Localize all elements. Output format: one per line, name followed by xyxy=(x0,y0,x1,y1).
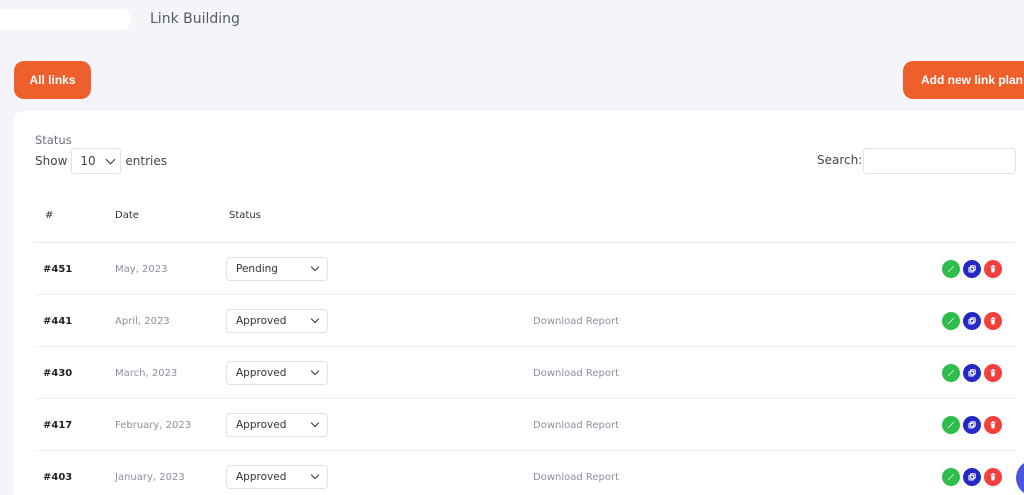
trash-icon[interactable] xyxy=(984,468,1002,486)
trash-icon[interactable] xyxy=(984,312,1002,330)
copy-icon[interactable] xyxy=(963,416,981,434)
entries-select[interactable]: 10 xyxy=(71,148,122,174)
pencil-icon[interactable] xyxy=(942,468,960,486)
entries-length-control: Show 10 entries xyxy=(35,148,167,174)
search-label: Search: xyxy=(817,153,863,167)
row-actions xyxy=(942,399,1002,451)
row-id: #430 xyxy=(43,367,73,379)
row-status: Approved xyxy=(226,295,328,347)
links-table-card: Status Show 10 entries Search: # Date St… xyxy=(14,111,1024,495)
column-header-date[interactable]: Date xyxy=(115,210,139,221)
row-id: #441 xyxy=(43,315,73,327)
table-row: #417 February, 2023 Approved Download Repor… xyxy=(35,399,1015,451)
pencil-icon[interactable] xyxy=(942,364,960,382)
copy-icon[interactable] xyxy=(963,468,981,486)
download-report-link[interactable]: Download Report xyxy=(533,295,619,347)
table-row: #441 April, 2023 Approved Download Report xyxy=(35,295,1015,347)
trash-icon[interactable] xyxy=(984,260,1002,278)
row-status: Approved xyxy=(226,399,328,451)
status-select[interactable]: Approved xyxy=(226,309,328,333)
row-date: February, 2023 xyxy=(115,419,192,431)
column-header-id[interactable]: # xyxy=(45,210,53,221)
status-filter-label: Status xyxy=(35,133,72,147)
trash-icon[interactable] xyxy=(984,416,1002,434)
row-date: January, 2023 xyxy=(115,471,185,483)
trash-icon[interactable] xyxy=(984,364,1002,382)
chevron-down-icon xyxy=(310,314,320,324)
pencil-icon[interactable] xyxy=(942,416,960,434)
entries-select-value: 10 xyxy=(80,154,96,168)
chevron-down-icon xyxy=(310,366,320,376)
row-status: Approved xyxy=(226,451,328,495)
row-date: April, 2023 xyxy=(115,315,170,327)
download-report-link[interactable]: Download Report xyxy=(533,451,619,495)
row-date: May, 2023 xyxy=(115,263,168,275)
show-label: Show xyxy=(35,154,68,168)
table-row: #403 January, 2023 Approved Download Report xyxy=(35,451,1015,495)
row-actions xyxy=(942,451,1002,495)
row-actions xyxy=(942,347,1002,399)
add-new-link-plan-button[interactable]: Add new link plan xyxy=(903,61,1024,99)
row-date: March, 2023 xyxy=(115,367,178,379)
row-actions xyxy=(942,243,1002,295)
pencil-icon[interactable] xyxy=(942,260,960,278)
chevron-down-icon xyxy=(105,154,116,164)
status-select-value: Pending xyxy=(236,263,278,275)
status-select-value: Approved xyxy=(236,419,287,431)
copy-icon[interactable] xyxy=(963,260,981,278)
entries-label: entries xyxy=(125,154,167,168)
search-input[interactable] xyxy=(863,148,1016,174)
chevron-down-icon xyxy=(310,262,320,272)
status-select[interactable]: Pending xyxy=(226,257,328,281)
row-status: Approved xyxy=(226,347,328,399)
row-id: #403 xyxy=(43,471,73,483)
row-id: #417 xyxy=(43,419,73,431)
page-title: Link Building xyxy=(150,11,240,27)
table-row: #430 March, 2023 Approved Download Report xyxy=(35,347,1015,399)
status-select[interactable]: Approved xyxy=(226,413,328,437)
all-links-button[interactable]: All links xyxy=(14,61,91,99)
chevron-down-icon xyxy=(310,470,320,480)
row-id: #451 xyxy=(43,263,73,275)
row-status: Pending xyxy=(226,243,328,295)
download-report-link[interactable]: Download Report xyxy=(533,399,619,451)
breadcrumb-pill xyxy=(0,9,131,30)
status-select-value: Approved xyxy=(236,471,287,483)
row-actions xyxy=(942,295,1002,347)
copy-icon[interactable] xyxy=(963,312,981,330)
pencil-icon[interactable] xyxy=(942,312,960,330)
chevron-down-icon xyxy=(310,418,320,428)
status-select-value: Approved xyxy=(236,367,287,379)
status-select-value: Approved xyxy=(236,315,287,327)
column-header-status[interactable]: Status xyxy=(229,210,261,221)
download-report-link[interactable]: Download Report xyxy=(533,347,619,399)
status-select[interactable]: Approved xyxy=(226,361,328,385)
table-row: #451 May, 2023 Pending xyxy=(35,243,1015,295)
status-select[interactable]: Approved xyxy=(226,465,328,489)
copy-icon[interactable] xyxy=(963,364,981,382)
